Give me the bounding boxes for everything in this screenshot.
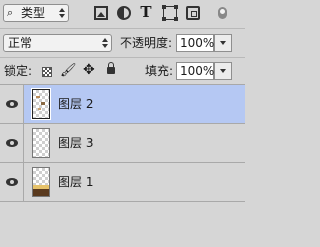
opacity-input[interactable]: 100% [176, 34, 214, 52]
lock-transparent-pixels-icon[interactable] [42, 67, 52, 77]
filter-kind-select[interactable]: ⌕ 类型 [3, 4, 69, 22]
lock-position-icon[interactable]: ✥ [83, 62, 95, 78]
opacity-dropdown-button[interactable] [214, 34, 232, 52]
opacity-label: 不透明度: [120, 36, 173, 50]
fill-input[interactable]: 100% [176, 62, 214, 80]
fill-label: 填充: [145, 64, 174, 78]
eye-icon [6, 100, 18, 108]
adjustment-filter-icon[interactable] [117, 6, 131, 20]
smart-object-filter-icon[interactable] [186, 6, 200, 20]
type-filter-icon[interactable]: T [139, 3, 153, 21]
layer-thumbnail [32, 167, 50, 197]
visibility-toggle[interactable] [0, 163, 24, 201]
image-filter-icon[interactable] [94, 6, 108, 20]
filter-toggle-switch[interactable] [218, 7, 227, 19]
layer-row[interactable]: 图层 2 [0, 85, 245, 124]
layer-name: 图层 3 [58, 136, 94, 150]
eye-icon [6, 139, 18, 147]
layer-thumbnail [31, 88, 51, 120]
layer-row[interactable]: 图层 3 [0, 124, 245, 163]
layers-panel: ⌕ 类型 T 正常 不透明度: 100% 锁定: 🖌 ✥ 填充: 100% 图层… [0, 0, 245, 247]
search-icon: ⌕ [7, 6, 14, 19]
lock-image-pixels-icon[interactable]: 🖌 [60, 63, 77, 79]
lock-options-bar: 锁定: 🖌 ✥ 填充: 100% [0, 58, 245, 85]
visibility-toggle[interactable] [0, 124, 24, 162]
layer-name: 图层 1 [58, 175, 94, 189]
layer-thumbnail [32, 128, 50, 158]
layer-name: 图层 2 [58, 97, 94, 111]
eye-icon [6, 178, 18, 186]
blend-options-bar: 正常 不透明度: 100% [0, 29, 245, 58]
stepper-arrows-icon [59, 6, 65, 20]
layer-row[interactable]: 图层 1 [0, 163, 245, 202]
filter-kind-label: 类型 [21, 6, 46, 20]
stepper-arrows-icon [102, 36, 108, 50]
blend-mode-label: 正常 [8, 36, 33, 50]
lock-all-icon[interactable] [107, 62, 115, 74]
fill-dropdown-button[interactable] [214, 62, 232, 80]
layer-filter-bar: ⌕ 类型 T [0, 0, 245, 29]
shape-filter-icon[interactable] [162, 5, 178, 21]
lock-label: 锁定: [4, 64, 33, 78]
blend-mode-select[interactable]: 正常 [3, 34, 112, 52]
empty-layer-area [0, 202, 245, 247]
visibility-toggle[interactable] [0, 85, 24, 123]
